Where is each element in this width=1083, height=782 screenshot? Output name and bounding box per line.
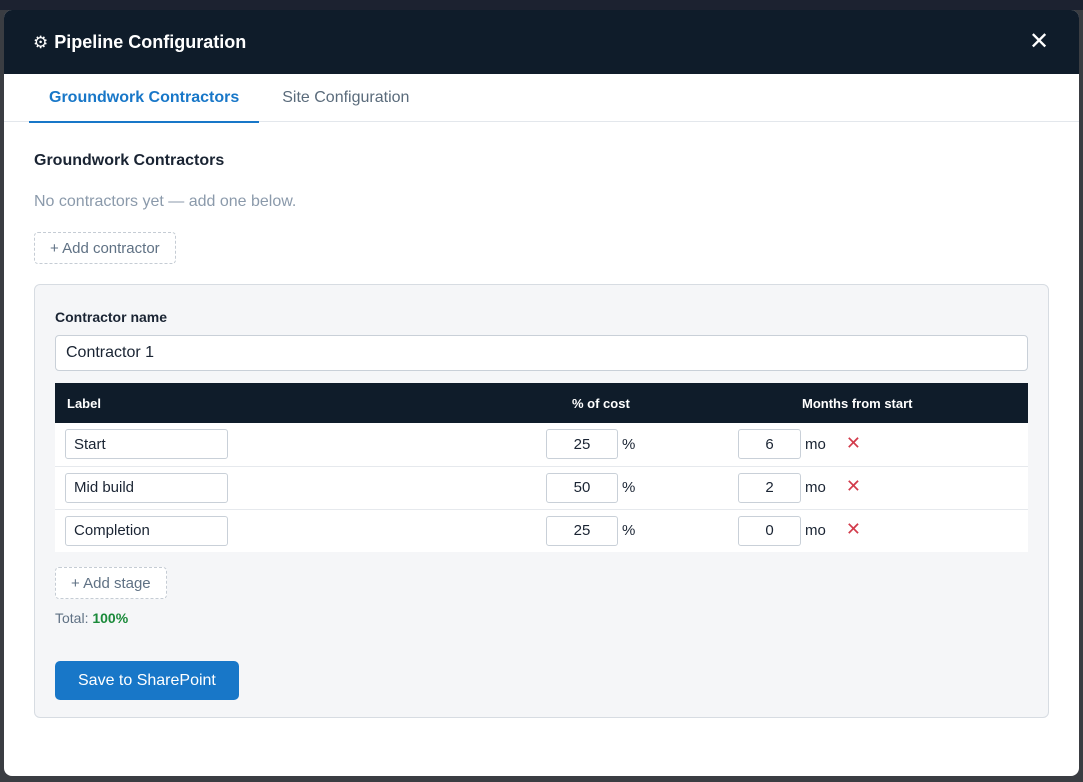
save-to-sharepoint-button[interactable]: Save to SharePoint xyxy=(55,661,239,700)
header-actions xyxy=(951,383,1028,423)
months-unit: mo xyxy=(805,522,826,540)
header-label: Label xyxy=(67,395,101,411)
section-title: Groundwork Contractors xyxy=(34,152,225,169)
stages-header-row: Label % of cost Months from start xyxy=(55,383,1028,423)
pct-unit: % xyxy=(622,479,636,496)
pipeline-config-modal: ⚙ Pipeline Configuration ✕ Groundwork Co… xyxy=(4,10,1079,776)
stage-months-input[interactable] xyxy=(738,515,801,546)
stage-pct-input[interactable] xyxy=(546,429,618,460)
table-row: % mo ✕ xyxy=(55,466,1028,509)
add-stage-button[interactable]: + Add stage xyxy=(55,567,167,599)
modal-title-text: Pipeline Configuration xyxy=(54,31,247,52)
empty-note: No contractors yet — add one below. xyxy=(34,193,297,210)
modal-title: ⚙ Pipeline Configuration xyxy=(33,32,246,53)
months-unit: mo xyxy=(805,435,826,453)
contractor-card: Contractor name Label % of cost Months f… xyxy=(34,284,1049,718)
delete-icon[interactable]: ✕ xyxy=(846,519,861,539)
add-contractor-button[interactable]: + Add contractor xyxy=(34,232,176,264)
pct-unit: % xyxy=(622,522,636,540)
stage-pct-input[interactable] xyxy=(546,515,618,546)
backdrop xyxy=(0,0,1083,10)
modal-header: ⚙ Pipeline Configuration ✕ xyxy=(4,10,1079,74)
stage-label-input[interactable] xyxy=(65,472,228,503)
stage-label-input[interactable] xyxy=(65,515,228,546)
contractor-name-input[interactable] xyxy=(55,335,1028,371)
tab-groundwork-contractors[interactable]: Groundwork Contractors xyxy=(29,74,260,123)
gear-icon: ⚙ xyxy=(33,32,49,52)
contractor-name-label: Contractor name xyxy=(55,309,168,325)
table-row: % mo ✕ xyxy=(55,423,1028,466)
total-line: Total: 100% xyxy=(55,610,1028,628)
close-icon[interactable]: ✕ xyxy=(1029,30,1049,54)
tab-site-configuration[interactable]: Site Configuration xyxy=(262,74,429,122)
stages-table: Label % of cost Months from start % mo ✕ xyxy=(55,383,1028,552)
header-months: Months from start xyxy=(802,395,913,411)
delete-icon[interactable]: ✕ xyxy=(846,476,861,496)
stage-label-input[interactable] xyxy=(65,429,228,460)
total-label: Total: xyxy=(55,610,89,626)
stage-pct-input[interactable] xyxy=(546,472,618,503)
stage-months-input[interactable] xyxy=(738,472,801,503)
header-pct: % of cost xyxy=(572,395,630,411)
total-value: 100% xyxy=(92,610,129,626)
tab-bar: Groundwork Contractors Site Configuratio… xyxy=(4,74,1079,123)
table-row: % mo ✕ xyxy=(55,509,1028,552)
tab-content: Groundwork Contractors No contractors ye… xyxy=(4,122,1079,718)
pct-unit: % xyxy=(622,435,636,453)
stage-months-input[interactable] xyxy=(738,429,801,460)
months-unit: mo xyxy=(805,479,826,496)
delete-icon[interactable]: ✕ xyxy=(846,433,861,453)
